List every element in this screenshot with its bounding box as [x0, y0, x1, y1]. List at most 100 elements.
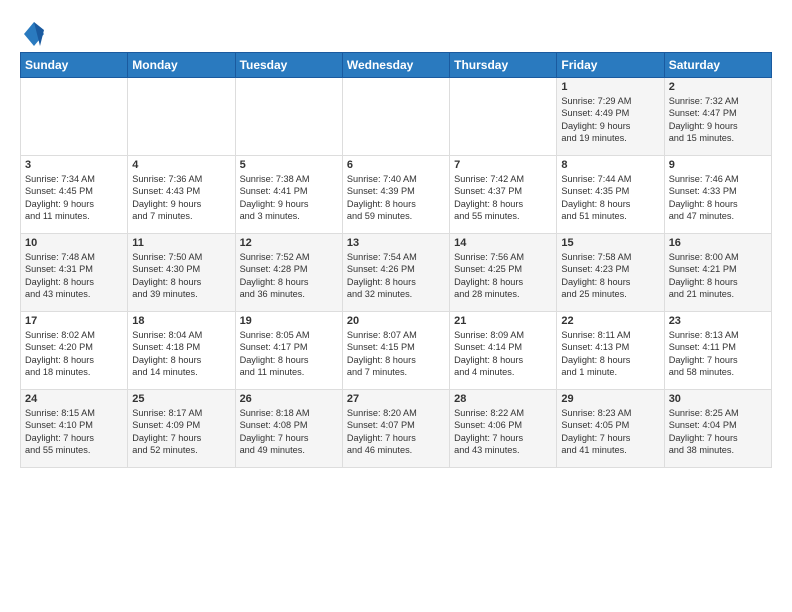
day-number: 9 [669, 159, 767, 171]
calendar-cell: 19 Sunrise: 8:05 AM Sunset: 4:17 PM Dayli… [235, 312, 342, 390]
calendar-cell [21, 78, 128, 156]
week-row-2: 3 Sunrise: 7:34 AM Sunset: 4:45 PM Daylig… [21, 156, 772, 234]
calendar-cell: 16Sunrise: 8:00 AM Sunset: 4:21 PM Dayli… [664, 234, 771, 312]
calendar-cell [450, 78, 557, 156]
col-header-thursday: Thursday [450, 53, 557, 78]
calendar-cell: 10 Sunrise: 7:48 AM Sunset: 4:31 PM Dayli… [21, 234, 128, 312]
cell-info: Sunrise: 8:13 AM Sunset: 4:11 PM Dayligh… [669, 329, 767, 379]
col-header-friday: Friday [557, 53, 664, 78]
day-number: 23 [669, 315, 767, 327]
cell-info: Sunrise: 8:17 AM Sunset: 4:09 PM Dayligh… [132, 407, 230, 457]
calendar-cell: 26 Sunrise: 8:18 AM Sunset: 4:08 PM Dayli… [235, 390, 342, 468]
calendar-cell: 3 Sunrise: 7:34 AM Sunset: 4:45 PM Daylig… [21, 156, 128, 234]
calendar-cell: 7Sunrise: 7:42 AM Sunset: 4:37 PM Daylig… [450, 156, 557, 234]
calendar-cell: 14Sunrise: 7:56 AM Sunset: 4:25 PM Dayli… [450, 234, 557, 312]
cell-info: Sunrise: 8:00 AM Sunset: 4:21 PM Dayligh… [669, 251, 767, 301]
calendar-cell: 23 Sunrise: 8:13 AM Sunset: 4:11 PM Dayli… [664, 312, 771, 390]
day-number: 18 [132, 315, 230, 327]
page: SundayMondayTuesdayWednesdayThursdayFrid… [0, 0, 792, 478]
day-number: 30 [669, 393, 767, 405]
cell-info: Sunrise: 7:56 AM Sunset: 4:25 PM Dayligh… [454, 251, 552, 301]
calendar-cell: 18 Sunrise: 8:04 AM Sunset: 4:18 PM Dayli… [128, 312, 235, 390]
day-number: 6 [347, 159, 445, 171]
calendar-cell: 25 Sunrise: 8:17 AM Sunset: 4:09 PM Dayli… [128, 390, 235, 468]
cell-info: Sunrise: 8:23 AM Sunset: 4:05 PM Dayligh… [561, 407, 659, 457]
header [20, 16, 772, 48]
cell-info: Sunrise: 8:18 AM Sunset: 4:08 PM Dayligh… [240, 407, 338, 457]
day-number: 21 [454, 315, 552, 327]
calendar-cell: 22 Sunrise: 8:11 AM Sunset: 4:13 PM Dayli… [557, 312, 664, 390]
week-row-3: 10 Sunrise: 7:48 AM Sunset: 4:31 PM Dayli… [21, 234, 772, 312]
day-number: 1 [561, 81, 659, 93]
day-number: 29 [561, 393, 659, 405]
day-number: 15 [561, 237, 659, 249]
calendar-cell [128, 78, 235, 156]
calendar-cell: 21 Sunrise: 8:09 AM Sunset: 4:14 PM Dayli… [450, 312, 557, 390]
day-number: 25 [132, 393, 230, 405]
cell-info: Sunrise: 7:29 AM Sunset: 4:49 PM Dayligh… [561, 95, 659, 145]
day-number: 3 [25, 159, 123, 171]
calendar-cell: 2Sunrise: 7:32 AM Sunset: 4:47 PM Daylig… [664, 78, 771, 156]
calendar-cell [342, 78, 449, 156]
calendar-cell: 11 Sunrise: 7:50 AM Sunset: 4:30 PM Dayli… [128, 234, 235, 312]
calendar-table: SundayMondayTuesdayWednesdayThursdayFrid… [20, 52, 772, 468]
logo-icon [22, 20, 46, 48]
day-number: 11 [132, 237, 230, 249]
week-row-5: 24 Sunrise: 8:15 AM Sunset: 4:10 PM Dayli… [21, 390, 772, 468]
calendar-cell: 6 Sunrise: 7:40 AM Sunset: 4:39 PM Daylig… [342, 156, 449, 234]
day-number: 28 [454, 393, 552, 405]
calendar-cell: 1 Sunrise: 7:29 AM Sunset: 4:49 PM Daylig… [557, 78, 664, 156]
calendar-cell: 15Sunrise: 7:58 AM Sunset: 4:23 PM Dayli… [557, 234, 664, 312]
calendar-cell: 12 Sunrise: 7:52 AM Sunset: 4:28 PM Dayli… [235, 234, 342, 312]
cell-info: Sunrise: 7:42 AM Sunset: 4:37 PM Dayligh… [454, 173, 552, 223]
cell-info: Sunrise: 7:50 AM Sunset: 4:30 PM Dayligh… [132, 251, 230, 301]
cell-info: Sunrise: 8:15 AM Sunset: 4:10 PM Dayligh… [25, 407, 123, 457]
col-header-sunday: Sunday [21, 53, 128, 78]
logo [20, 20, 46, 48]
cell-info: Sunrise: 8:04 AM Sunset: 4:18 PM Dayligh… [132, 329, 230, 379]
calendar-cell: 9 Sunrise: 7:46 AM Sunset: 4:33 PM Daylig… [664, 156, 771, 234]
calendar-cell: 5Sunrise: 7:38 AM Sunset: 4:41 PM Daylig… [235, 156, 342, 234]
cell-info: Sunrise: 7:44 AM Sunset: 4:35 PM Dayligh… [561, 173, 659, 223]
day-number: 20 [347, 315, 445, 327]
calendar-cell: 13Sunrise: 7:54 AM Sunset: 4:26 PM Dayli… [342, 234, 449, 312]
cell-info: Sunrise: 7:34 AM Sunset: 4:45 PM Dayligh… [25, 173, 123, 223]
calendar-cell: 29 Sunrise: 8:23 AM Sunset: 4:05 PM Dayli… [557, 390, 664, 468]
cell-info: Sunrise: 7:36 AM Sunset: 4:43 PM Dayligh… [132, 173, 230, 223]
day-number: 22 [561, 315, 659, 327]
calendar-cell: 24 Sunrise: 8:15 AM Sunset: 4:10 PM Dayli… [21, 390, 128, 468]
header-row: SundayMondayTuesdayWednesdayThursdayFrid… [21, 53, 772, 78]
day-number: 19 [240, 315, 338, 327]
calendar-cell: 28 Sunrise: 8:22 AM Sunset: 4:06 PM Dayli… [450, 390, 557, 468]
calendar-cell: 17 Sunrise: 8:02 AM Sunset: 4:20 PM Dayli… [21, 312, 128, 390]
cell-info: Sunrise: 7:52 AM Sunset: 4:28 PM Dayligh… [240, 251, 338, 301]
calendar-cell: 4Sunrise: 7:36 AM Sunset: 4:43 PM Daylig… [128, 156, 235, 234]
col-header-saturday: Saturday [664, 53, 771, 78]
cell-info: Sunrise: 8:05 AM Sunset: 4:17 PM Dayligh… [240, 329, 338, 379]
cell-info: Sunrise: 8:20 AM Sunset: 4:07 PM Dayligh… [347, 407, 445, 457]
calendar-cell: 30 Sunrise: 8:25 AM Sunset: 4:04 PM Dayli… [664, 390, 771, 468]
day-number: 24 [25, 393, 123, 405]
day-number: 5 [240, 159, 338, 171]
cell-info: Sunrise: 7:48 AM Sunset: 4:31 PM Dayligh… [25, 251, 123, 301]
cell-info: Sunrise: 8:09 AM Sunset: 4:14 PM Dayligh… [454, 329, 552, 379]
cell-info: Sunrise: 8:25 AM Sunset: 4:04 PM Dayligh… [669, 407, 767, 457]
calendar-cell: 20 Sunrise: 8:07 AM Sunset: 4:15 PM Dayli… [342, 312, 449, 390]
day-number: 12 [240, 237, 338, 249]
day-number: 17 [25, 315, 123, 327]
cell-info: Sunrise: 8:02 AM Sunset: 4:20 PM Dayligh… [25, 329, 123, 379]
col-header-monday: Monday [128, 53, 235, 78]
cell-info: Sunrise: 7:54 AM Sunset: 4:26 PM Dayligh… [347, 251, 445, 301]
cell-info: Sunrise: 8:22 AM Sunset: 4:06 PM Dayligh… [454, 407, 552, 457]
cell-info: Sunrise: 7:40 AM Sunset: 4:39 PM Dayligh… [347, 173, 445, 223]
day-number: 10 [25, 237, 123, 249]
cell-info: Sunrise: 7:46 AM Sunset: 4:33 PM Dayligh… [669, 173, 767, 223]
col-header-tuesday: Tuesday [235, 53, 342, 78]
cell-info: Sunrise: 8:07 AM Sunset: 4:15 PM Dayligh… [347, 329, 445, 379]
cell-info: Sunrise: 8:11 AM Sunset: 4:13 PM Dayligh… [561, 329, 659, 379]
calendar-cell: 8Sunrise: 7:44 AM Sunset: 4:35 PM Daylig… [557, 156, 664, 234]
day-number: 27 [347, 393, 445, 405]
day-number: 2 [669, 81, 767, 93]
week-row-4: 17 Sunrise: 8:02 AM Sunset: 4:20 PM Dayli… [21, 312, 772, 390]
day-number: 26 [240, 393, 338, 405]
